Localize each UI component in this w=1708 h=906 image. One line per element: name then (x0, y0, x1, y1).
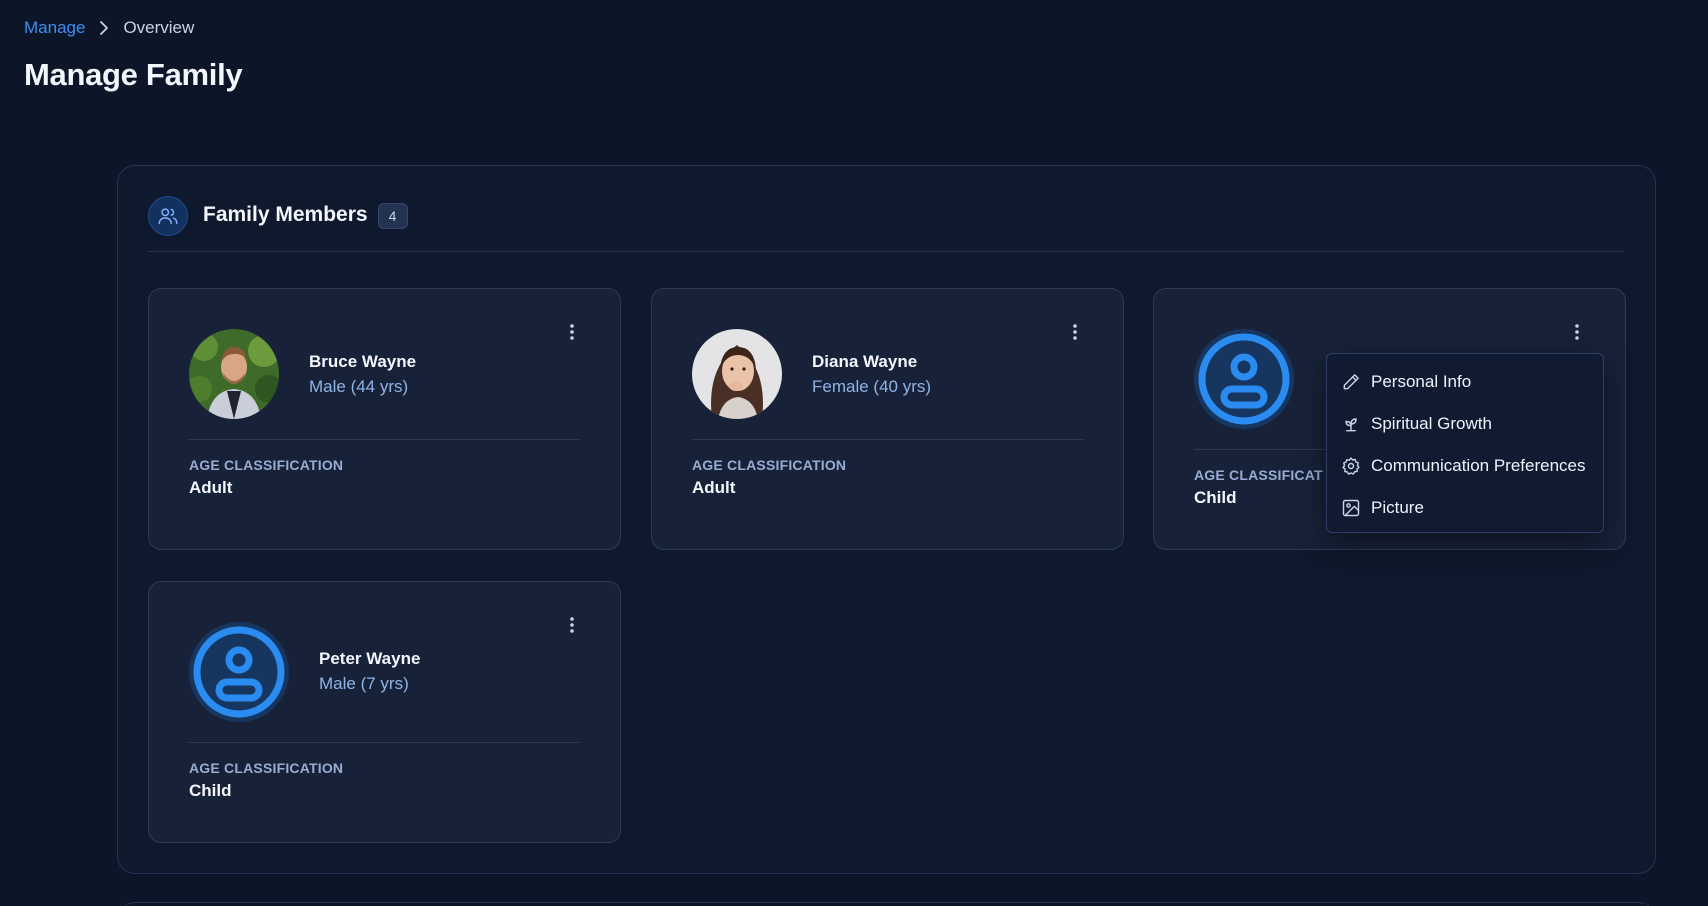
member-card-diana-wayne: Diana Wayne Female (40 yrs) AGE CLASSIFI… (651, 288, 1124, 550)
menu-item-picture[interactable]: Picture (1327, 487, 1603, 529)
age-classification-value: Child (1194, 488, 1237, 507)
member-card-bruce-wayne: Bruce Wayne Male (44 yrs) AGE CLASSIFICA… (148, 288, 621, 550)
more-vertical-icon[interactable] (1566, 320, 1588, 344)
card-divider (692, 439, 1083, 440)
member-name: Diana Wayne (812, 352, 918, 371)
more-vertical-icon[interactable] (1064, 320, 1086, 344)
member-gender-age: Female (40 yrs) (812, 377, 932, 396)
age-classification-label: AGE CLASSIFICAT (1194, 467, 1323, 483)
age-classification-value: Child (189, 781, 232, 800)
gear-icon (1341, 456, 1361, 476)
member-card-peter-wayne: Peter Wayne Male (7 yrs) AGE CLASSIFICAT… (148, 581, 621, 843)
pencil-icon (1341, 372, 1361, 392)
avatar-photo (692, 329, 782, 419)
more-vertical-icon[interactable] (561, 613, 583, 637)
age-classification-label: AGE CLASSIFICATION (189, 457, 344, 473)
menu-item-label: Picture (1371, 498, 1424, 517)
menu-item-personal-info[interactable]: Personal Info (1327, 361, 1603, 403)
default-user-icon (189, 622, 289, 722)
menu-item-communication-preferences[interactable]: Communication Preferences (1327, 445, 1603, 487)
breadcrumb: Manage Overview (24, 18, 194, 38)
member-gender-age: Male (44 yrs) (309, 377, 409, 396)
member-count-badge: 4 (377, 203, 408, 229)
age-classification-label: AGE CLASSIFICATION (692, 457, 847, 473)
users-icon (148, 196, 188, 236)
next-panel-edge (117, 902, 1656, 906)
more-vertical-icon[interactable] (561, 320, 583, 344)
member-actions-menu: Personal Info Spiritual Growth Communica… (1326, 353, 1604, 533)
default-user-icon (1194, 329, 1294, 429)
menu-item-label: Communication Preferences (1371, 456, 1586, 475)
age-classification-label: AGE CLASSIFICATION (189, 760, 344, 776)
sprout-icon (1341, 414, 1361, 434)
page-title: Manage Family (24, 57, 243, 92)
image-icon (1341, 498, 1361, 518)
avatar-photo (189, 329, 279, 419)
chevron-right-icon (97, 20, 111, 36)
member-name: Bruce Wayne (309, 352, 417, 371)
card-divider (189, 742, 580, 743)
age-classification-value: Adult (189, 478, 233, 497)
menu-item-label: Spiritual Growth (1371, 414, 1492, 433)
panel-header: Family Members 4 (148, 196, 1625, 252)
menu-item-label: Personal Info (1371, 372, 1472, 391)
panel-title: Family Members (203, 203, 368, 226)
member-name: Peter Wayne (319, 649, 421, 668)
breadcrumb-current: Overview (123, 18, 195, 37)
breadcrumb-manage-link[interactable]: Manage (24, 18, 85, 38)
member-gender-age: Male (7 yrs) (319, 674, 409, 693)
card-divider (189, 439, 580, 440)
page: Manage Overview Manage Family Family Mem… (0, 0, 1708, 906)
menu-item-spiritual-growth[interactable]: Spiritual Growth (1327, 403, 1603, 445)
age-classification-value: Adult (692, 478, 736, 497)
